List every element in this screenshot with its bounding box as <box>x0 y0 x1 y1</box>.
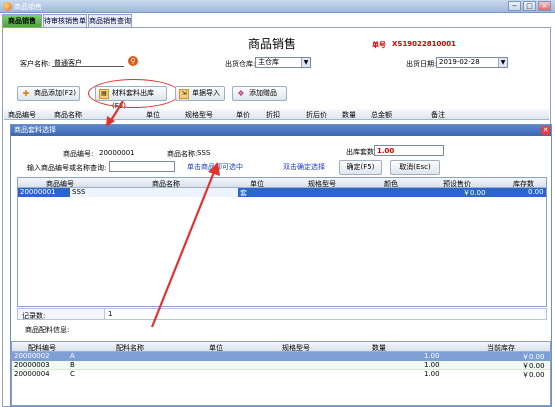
annotation-arrow-1 <box>109 100 124 123</box>
arrow-head-icon <box>208 162 220 176</box>
annotation-arrow-2 <box>150 171 216 328</box>
annotation-arrows <box>106 100 220 328</box>
